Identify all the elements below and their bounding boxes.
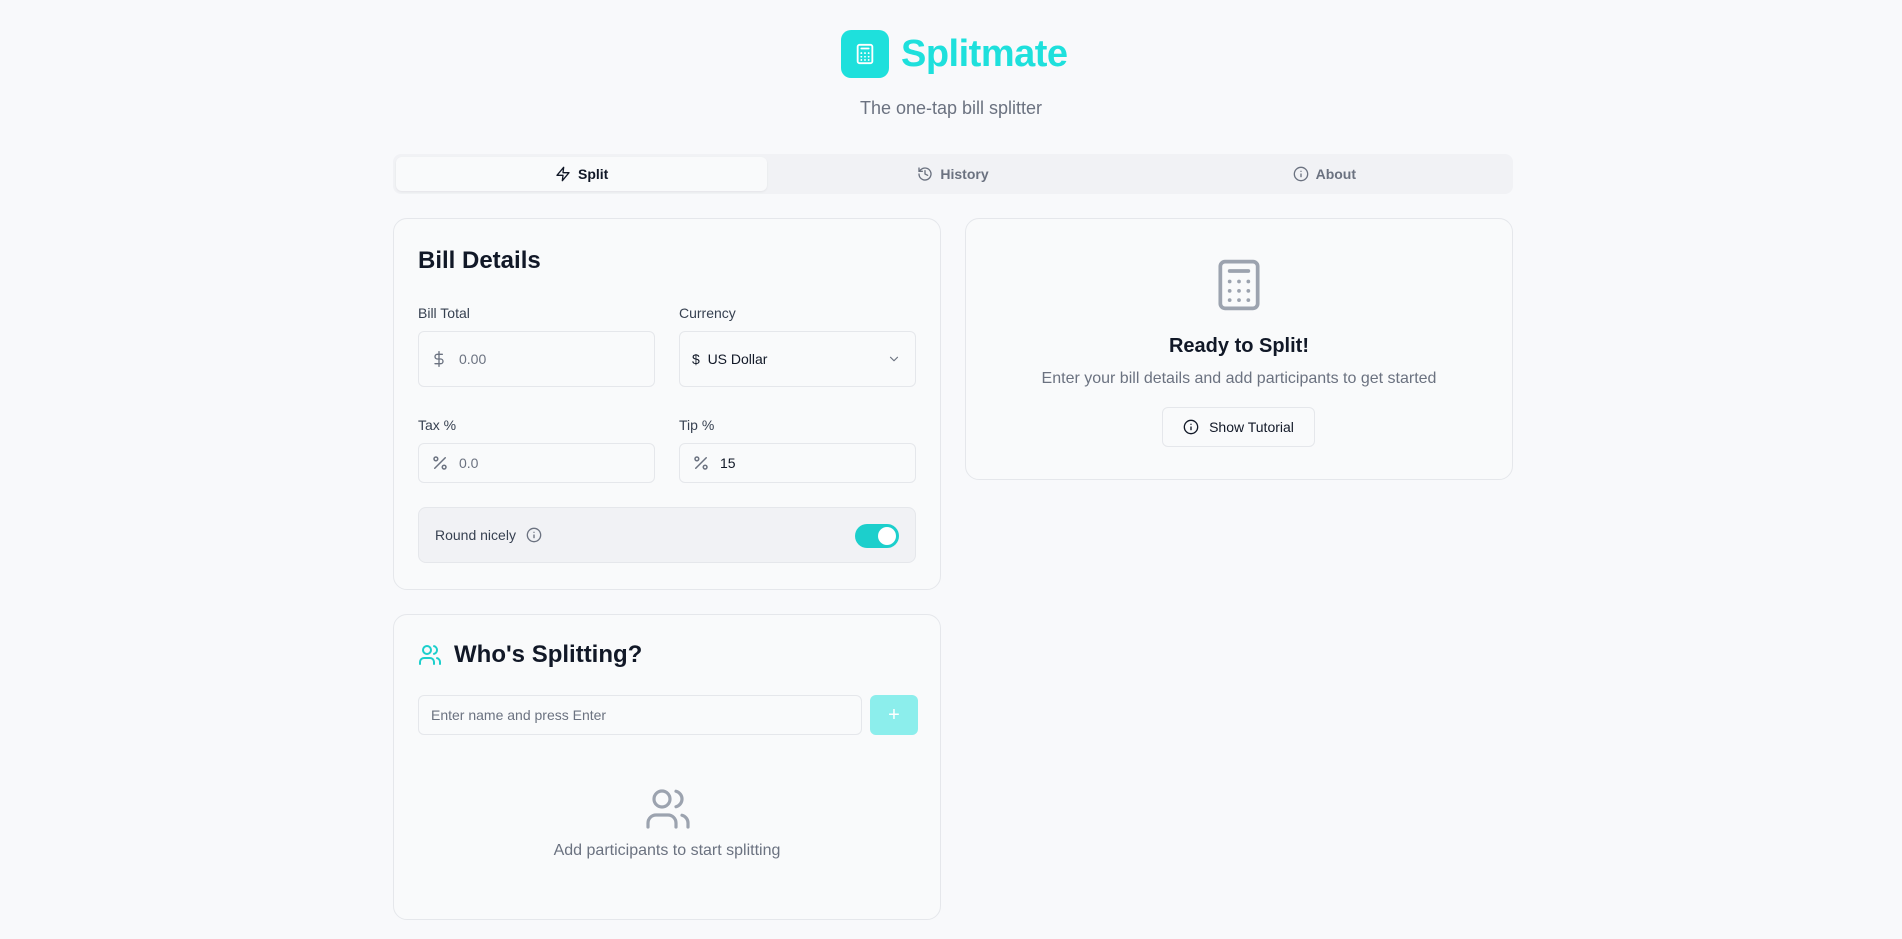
users-icon (644, 785, 692, 838)
tip-value: 15 (720, 455, 736, 471)
bill-total-input[interactable]: 0.00 (418, 331, 655, 387)
brand: Splitmate (841, 30, 1068, 78)
info-icon (1293, 166, 1308, 182)
participants-title: Who's Splitting? (454, 641, 643, 668)
calculator-icon (1211, 253, 1267, 322)
percent-icon (431, 454, 459, 472)
participants-card: Who's Splitting? Enter name and press En… (393, 614, 941, 920)
tab-history[interactable]: History (767, 157, 1138, 191)
dollar-icon (431, 349, 459, 369)
tab-bar: Split History About (393, 154, 1513, 194)
show-tutorial-label: Show Tutorial (1209, 419, 1294, 435)
tax-input[interactable]: 0.0 (418, 443, 655, 483)
tagline: The one-tap bill splitter (859, 98, 1043, 118)
add-participant-button[interactable]: + (870, 695, 918, 735)
tab-split[interactable]: Split (396, 157, 768, 191)
round-nicely-toggle[interactable] (855, 524, 899, 548)
info-icon (1183, 419, 1199, 435)
ready-title: Ready to Split! (1168, 335, 1309, 357)
users-icon (419, 645, 441, 665)
bill-total-placeholder: 0.00 (459, 351, 487, 367)
ready-subtitle: Enter your bill details and add particip… (1041, 370, 1437, 387)
show-tutorial-button[interactable]: Show Tutorial (1162, 407, 1315, 447)
bill-total-label: Bill Total (418, 305, 470, 321)
percent-icon (692, 454, 720, 472)
ready-card: Ready to Split! Enter your bill details … (965, 218, 1513, 480)
round-nicely-row: Round nicely (418, 507, 916, 563)
tip-label: Tip % (679, 417, 715, 433)
participants-header: Who's Splitting? (418, 641, 642, 669)
tax-placeholder: 0.0 (459, 455, 479, 471)
info-icon[interactable] (526, 527, 542, 543)
tax-label: Tax % (418, 417, 457, 433)
tab-split-label: Split (577, 166, 609, 182)
currency-label: Currency (679, 305, 736, 321)
calculator-icon (841, 30, 889, 78)
bill-details-title: Bill Details (418, 247, 541, 274)
bill-details-card: Bill Details Bill Total 0.00 Currency $ … (393, 218, 941, 590)
history-icon (918, 167, 933, 181)
chevron-down-icon (889, 356, 899, 362)
participants-empty-text: Add participants to start splitting (553, 842, 781, 859)
tab-about[interactable]: About (1139, 157, 1510, 191)
app-name: Splitmate (901, 33, 1068, 75)
currency-select[interactable]: $ US Dollar (679, 331, 916, 387)
tab-history-label: History (940, 166, 989, 182)
tab-about-label: About (1315, 166, 1357, 182)
participant-name-input[interactable]: Enter name and press Enter (418, 695, 862, 735)
tip-input[interactable]: 15 (679, 443, 916, 483)
zap-icon (556, 166, 570, 182)
currency-selected: $ US Dollar (692, 351, 768, 367)
round-nicely-label: Round nicely (435, 527, 516, 543)
toggle-knob (878, 527, 896, 545)
